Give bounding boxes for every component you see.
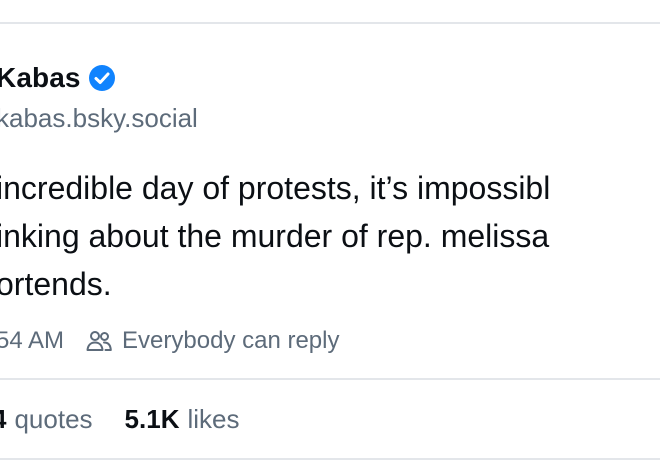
likes-label: likes [187,403,240,434]
quotes-count: 4 [0,404,6,435]
quotes-stat[interactable]: 4 quotes [0,404,93,435]
post-text-line: incredible day of protests, it’s impossi… [0,170,551,206]
reply-settings-button[interactable]: Everybody can reply [84,326,340,356]
stats-divider-top [0,378,660,380]
stats-divider-bottom [0,458,660,460]
verified-check-icon[interactable] [87,63,117,93]
post-timestamp[interactable]: 54 AM [0,327,64,355]
post-text-line: ortends. [0,266,112,302]
top-divider [0,22,660,24]
post-author[interactable]: Kabas [0,58,117,98]
post-text-line: inking about the murder of rep. melissa [0,218,550,254]
quotes-label: quotes [14,403,93,434]
reply-settings-label: Everybody can reply [122,327,340,354]
likes-count: 5.1K [124,403,180,434]
post-meta: 54 AM Everybody can reply [0,324,340,358]
people-icon [84,326,114,356]
author-handle[interactable]: kabas.bsky.social [0,100,198,136]
post-body: incredible day of protests, it’s impossi… [0,164,660,308]
post-stats: 4 quotes 5.1K likes [0,400,239,438]
likes-stat[interactable]: 5.1K likes [125,404,240,435]
author-name[interactable]: Kabas [0,58,81,98]
